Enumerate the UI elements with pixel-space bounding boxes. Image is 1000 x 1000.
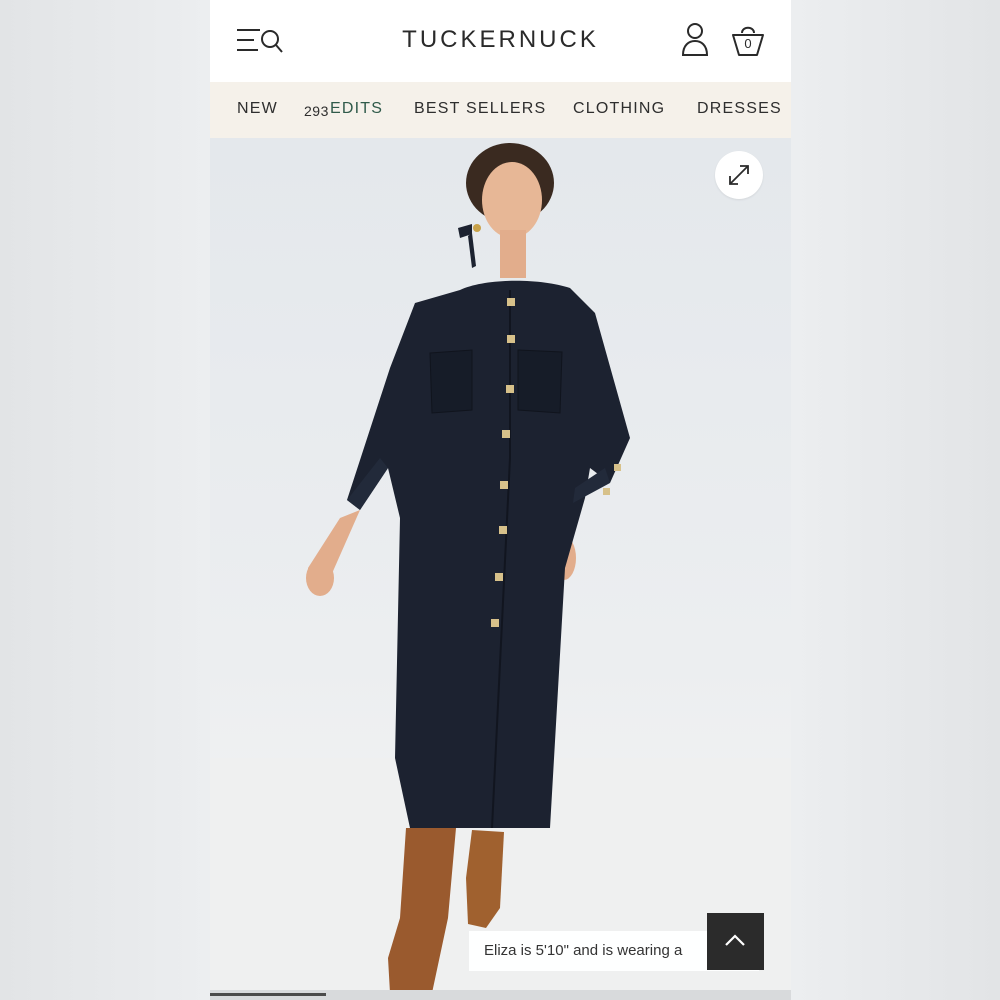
nav-item-clothing[interactable]: CLOTHING: [573, 100, 665, 118]
product-image[interactable]: [210, 138, 791, 1000]
site-header: TUCKERNUCK 0: [210, 0, 791, 82]
expand-icon: [729, 165, 749, 185]
nav-item-new[interactable]: NEW 293: [237, 100, 328, 119]
nav-item-edits[interactable]: EDITS: [330, 100, 383, 118]
scroll-to-top-button[interactable]: [707, 913, 764, 970]
mobile-page: TUCKERNUCK 0 NEW 293 EDITS BEST SELLERS …: [210, 0, 791, 1000]
caption-text: Eliza is 5'10" and is wearing a: [484, 942, 683, 959]
bag-icon[interactable]: 0: [730, 22, 766, 58]
gallery-progress-fill: [210, 993, 326, 996]
category-nav: NEW 293 EDITS BEST SELLERS CLOTHING DRES…: [210, 82, 791, 138]
nav-item-dresses[interactable]: DRESSES: [697, 100, 782, 118]
right-backdrop: [791, 0, 1000, 1000]
account-icon[interactable]: [680, 22, 710, 58]
nav-item-best-sellers[interactable]: BEST SELLERS: [414, 100, 546, 118]
nav-item-label: NEW: [237, 100, 278, 117]
bag-count-badge: 0: [744, 36, 752, 51]
model-photo: [210, 143, 791, 1000]
gallery-progress-bar: [210, 990, 791, 1000]
new-count-badge: 293: [304, 103, 329, 119]
chevron-up-icon: [725, 934, 745, 946]
left-backdrop: [0, 0, 210, 1000]
expand-image-button[interactable]: [715, 151, 763, 199]
